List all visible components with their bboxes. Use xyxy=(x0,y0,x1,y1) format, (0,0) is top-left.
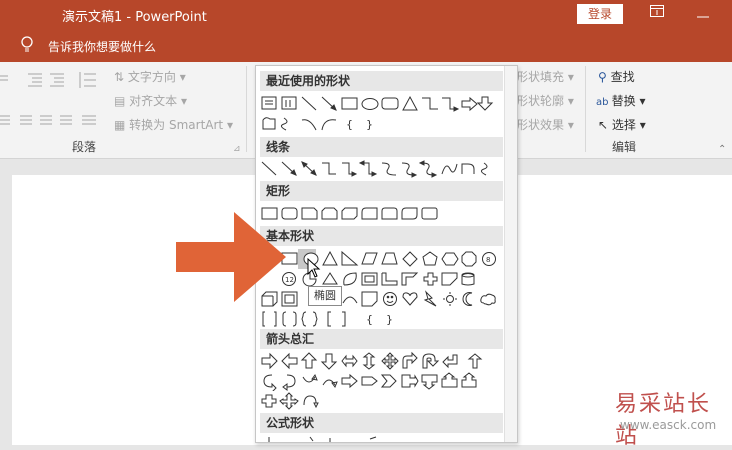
ribbon-display-icon[interactable] xyxy=(650,5,664,21)
svg-text:}: } xyxy=(366,118,373,131)
section-header-equation: 公式形状 xyxy=(260,413,503,433)
svg-text:8: 8 xyxy=(486,256,490,264)
section-header-arrows: 箭头总汇 xyxy=(260,329,503,349)
replace-button[interactable]: ab 替换 ▾ xyxy=(596,92,646,109)
tell-me-input[interactable]: 告诉我你想要做什么 xyxy=(48,38,156,55)
title-bar: 演示文稿1 - PowerPoint 登录 xyxy=(0,0,732,30)
find-button[interactable]: ⚲ 查找 xyxy=(598,68,635,85)
ribbon-separator xyxy=(246,66,247,152)
tell-me-bar[interactable]: 告诉我你想要做什么 xyxy=(0,30,732,62)
section-header-recent: 最近使用的形状 xyxy=(260,71,503,91)
tooltip: 椭圆 xyxy=(308,286,342,306)
pointer-arrow-annotation xyxy=(176,212,286,302)
shapes-row-basic-2[interactable]: 12 xyxy=(260,269,500,289)
cursor-icon: ↖ xyxy=(598,118,612,132)
shapes-row-equation[interactable] xyxy=(260,435,500,442)
paragraph-icons[interactable] xyxy=(0,70,110,130)
svg-text:}: } xyxy=(386,313,393,326)
section-header-rectangles: 矩形 xyxy=(260,181,503,201)
shape-effects-button[interactable]: 形状效果 ▾ xyxy=(516,116,574,133)
shapes-row-basic-1[interactable]: 8 xyxy=(260,249,500,269)
shape-fill-button[interactable]: 形状填充 ▾ xyxy=(516,68,574,85)
section-header-lines: 线条 xyxy=(260,137,503,157)
shapes-row-recent-1[interactable] xyxy=(260,94,500,114)
replace-icon: ab xyxy=(596,97,612,108)
select-button[interactable]: ↖ 选择 ▾ xyxy=(598,116,646,133)
window-title: 演示文稿1 - PowerPoint xyxy=(62,10,207,25)
mouse-cursor-icon xyxy=(307,258,321,278)
shapes-row-lines[interactable] xyxy=(260,159,500,179)
login-button[interactable]: 登录 xyxy=(577,4,623,24)
text-direction-button[interactable]: ⇅ 文字方向 ▾ xyxy=(114,68,186,85)
minimize-icon[interactable] xyxy=(697,8,709,23)
section-header-basic: 基本形状 xyxy=(260,226,503,246)
shapes-row-basic-4[interactable]: { } xyxy=(260,309,500,329)
svg-text:{: { xyxy=(346,118,353,131)
collapse-ribbon-icon[interactable]: ⌃ xyxy=(718,144,726,155)
watermark-url: www.easck.com xyxy=(620,418,717,432)
group-label-editing: 编辑 xyxy=(612,140,637,154)
shapes-row-recent-2[interactable]: { } xyxy=(260,114,500,134)
shapes-row-arrows-2[interactable] xyxy=(260,371,500,391)
shapes-row-arrows-3[interactable] xyxy=(260,391,500,411)
lightbulb-icon xyxy=(20,35,34,55)
svg-text:{: { xyxy=(366,313,373,326)
group-label-paragraph: 段落 xyxy=(72,140,97,154)
shapes-row-rectangles[interactable] xyxy=(260,204,500,224)
ribbon-separator xyxy=(585,66,586,152)
shapes-row-arrows-1[interactable] xyxy=(260,351,500,371)
scrollbar[interactable] xyxy=(504,66,517,442)
shapes-row-basic-3[interactable] xyxy=(260,289,500,309)
convert-smartart-button[interactable]: ▦ 转换为 SmartArt ▾ xyxy=(114,116,233,133)
dialog-launcher-icon[interactable]: ⊿ xyxy=(233,144,241,154)
search-icon: ⚲ xyxy=(598,70,611,84)
shapes-gallery[interactable]: 最近使用的形状 { } 线条 矩形 基本形状 8 12 {} 箭头总汇 公式形… xyxy=(255,65,518,443)
align-text-button[interactable]: ▤ 对齐文本 ▾ xyxy=(114,92,187,109)
shape-outline-button[interactable]: 形状轮廓 ▾ xyxy=(516,92,574,109)
